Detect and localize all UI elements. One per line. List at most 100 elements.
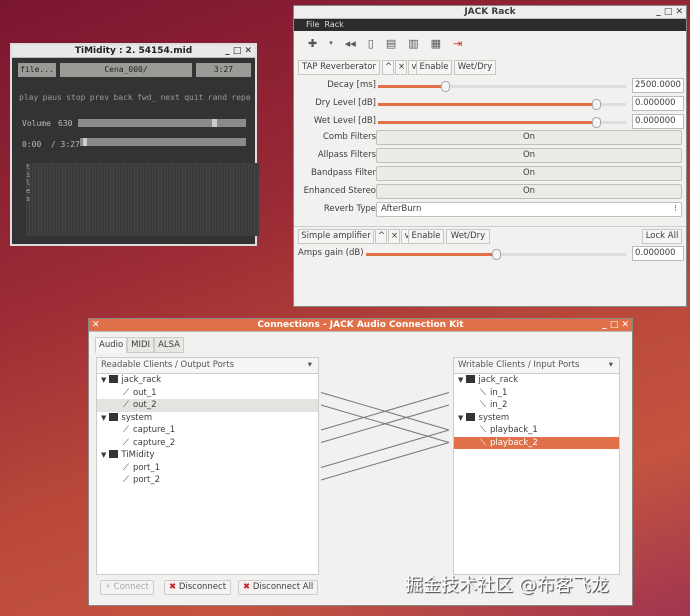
slider-knob[interactable]	[592, 117, 602, 128]
output-port-icon: ⟋	[123, 400, 129, 410]
quit-icon[interactable]: ⇥	[453, 37, 462, 50]
client-jack_rack[interactable]: ▼ jack_rack	[454, 374, 619, 387]
position-slider[interactable]	[80, 138, 246, 146]
toggle-button[interactable]: On	[376, 166, 682, 181]
window-controls[interactable]: _ □ ✕	[602, 319, 629, 331]
disconnect-all-button[interactable]: ✖ Disconnect All	[238, 580, 319, 595]
control-paus[interactable]: paus	[43, 93, 62, 102]
move-up-button[interactable]: ^	[375, 229, 387, 244]
tab-midi[interactable]: MIDI	[127, 337, 155, 353]
total-time: 3:27	[196, 63, 251, 77]
client-jack_rack[interactable]: ▼ jack_rack	[97, 374, 318, 387]
client-label: jack_rack	[121, 375, 162, 385]
control-play[interactable]: play	[19, 93, 38, 102]
port-playback_1[interactable]: ⟍ playback_1	[454, 424, 619, 437]
file-button[interactable]: file...	[18, 63, 56, 77]
remove-button[interactable]: ×	[395, 60, 407, 75]
param-slider[interactable]	[378, 81, 626, 92]
input-ports-header[interactable]: Writable Clients / Input Ports ▾	[454, 358, 619, 374]
slider-knob[interactable]	[592, 99, 602, 110]
window-controls[interactable]: _ □ ✕	[225, 45, 252, 57]
enable-toggle[interactable]: Enable	[408, 229, 444, 244]
tab-audio[interactable]: Audio	[95, 337, 128, 353]
port-playback_2[interactable]: ⟍ playback_2	[454, 436, 619, 449]
control-quit[interactable]: quit	[184, 93, 203, 102]
button-label: Disconnect	[178, 582, 227, 592]
port-in_2[interactable]: ⟍ in_2	[454, 399, 619, 412]
window-title: JACK Rack	[464, 7, 516, 17]
expand-icon[interactable]: ▼	[101, 414, 106, 422]
expand-icon[interactable]: ▼	[101, 376, 106, 384]
toolbar: ✚ ▾ ◂◂ ▯ ▤ ▥ ▦ ⇥	[294, 31, 686, 55]
slider-knob[interactable]	[440, 81, 450, 92]
slider-knob[interactable]	[492, 249, 501, 260]
menu-file[interactable]: File	[306, 20, 319, 29]
control-rand[interactable]: rand	[208, 93, 227, 102]
port-in_1[interactable]: ⟍ in_1	[454, 387, 619, 400]
slider-value[interactable]: 0.000000	[632, 96, 684, 111]
remove-button[interactable]: ×	[388, 229, 400, 244]
move-up-button[interactable]: ^	[382, 60, 394, 75]
open-icon[interactable]: ▤	[386, 37, 396, 50]
dropdown-icon[interactable]: ▾	[329, 39, 333, 47]
song-name: Cena_000/	[60, 63, 192, 77]
port-capture_1[interactable]: ⟋ capture_1	[97, 424, 318, 437]
menu-rack[interactable]: Rack	[324, 20, 343, 29]
client-icon	[109, 412, 119, 421]
volume-slider[interactable]	[78, 119, 246, 127]
control-next[interactable]: next	[161, 93, 180, 102]
control-repe[interactable]: repe	[231, 93, 250, 102]
control-fwd_[interactable]: fwd_	[137, 93, 156, 102]
channels-icon[interactable]: ◂◂	[345, 37, 356, 50]
toggle-row: Comb Filters On	[294, 130, 686, 147]
client-system[interactable]: ▼ system	[454, 412, 619, 425]
param-slider[interactable]	[378, 99, 626, 110]
window-controls[interactable]: _ □ ✕	[656, 6, 683, 18]
slider-value[interactable]: 0.000000	[632, 114, 684, 129]
port-port_2[interactable]: ⟋ port_2	[97, 474, 318, 487]
tab-alsa[interactable]: ALSA	[154, 337, 184, 353]
port-out_2[interactable]: ⟋ out_2	[97, 399, 318, 412]
reverb-type-select[interactable]: AfterBurn ⁝	[376, 202, 682, 217]
control-prev[interactable]: prev	[90, 93, 109, 102]
header-label: Readable Clients / Output Ports	[101, 360, 235, 370]
port-out_1[interactable]: ⟋ out_1	[97, 387, 318, 400]
wet-dry-toggle[interactable]: Wet/Dry	[454, 60, 496, 75]
control-stop[interactable]: stop	[66, 93, 85, 102]
client-system[interactable]: ▼ system	[97, 412, 318, 425]
plugin-name-button[interactable]: Simple amplifier	[298, 229, 374, 244]
amps-gain-value[interactable]: 0.000000	[632, 246, 684, 261]
expand-icon[interactable]: ▼	[101, 451, 106, 459]
toggle-button[interactable]: On	[376, 148, 682, 163]
expand-icon[interactable]: ▼	[458, 376, 463, 384]
toggle-button[interactable]: On	[376, 130, 682, 145]
toggle-row: Enhanced Stereo On	[294, 184, 686, 201]
add-plugin-icon[interactable]: ✚	[308, 37, 317, 50]
app-icon: ✕	[92, 320, 100, 330]
param-slider[interactable]	[378, 117, 626, 128]
port-port_1[interactable]: ⟋ port_1	[97, 462, 318, 475]
wet-dry-toggle[interactable]: Wet/Dry	[446, 229, 490, 244]
control-back[interactable]: back	[113, 93, 132, 102]
slider-row: Decay [ms] 2500.0000	[294, 78, 686, 95]
enable-toggle[interactable]: Enable	[416, 60, 452, 75]
port-label: out_2	[132, 400, 157, 410]
lock-all-button[interactable]: Lock All	[642, 229, 682, 244]
output-ports-panel: Readable Clients / Output Ports ▾ ▼ jack_r…	[96, 357, 319, 575]
save-icon[interactable]: ▥	[408, 37, 418, 50]
expand-icon[interactable]: ▼	[458, 414, 463, 422]
title-bar: TiMidity : 2. 54154.mid _ □ ✕	[12, 45, 255, 58]
client-TiMidity[interactable]: ▼ TiMidity	[97, 449, 318, 462]
save-as-icon[interactable]: ▦	[431, 37, 441, 50]
amps-gain-slider[interactable]	[366, 249, 626, 260]
toggle-button[interactable]: On	[376, 184, 682, 199]
connect-button[interactable]: ⚡ Connect	[100, 580, 154, 595]
new-icon[interactable]: ▯	[368, 37, 374, 50]
slider-value[interactable]: 2500.0000	[632, 78, 684, 93]
plugin-name-button[interactable]: TAP Reverberator	[298, 60, 380, 75]
port-capture_2[interactable]: ⟋ capture_2	[97, 437, 318, 450]
disconnect-button[interactable]: ✖ Disconnect	[164, 580, 232, 595]
client-icon	[466, 375, 476, 383]
toggle-row: Allpass Filters On	[294, 148, 686, 165]
output-ports-header[interactable]: Readable Clients / Output Ports ▾	[97, 358, 318, 374]
